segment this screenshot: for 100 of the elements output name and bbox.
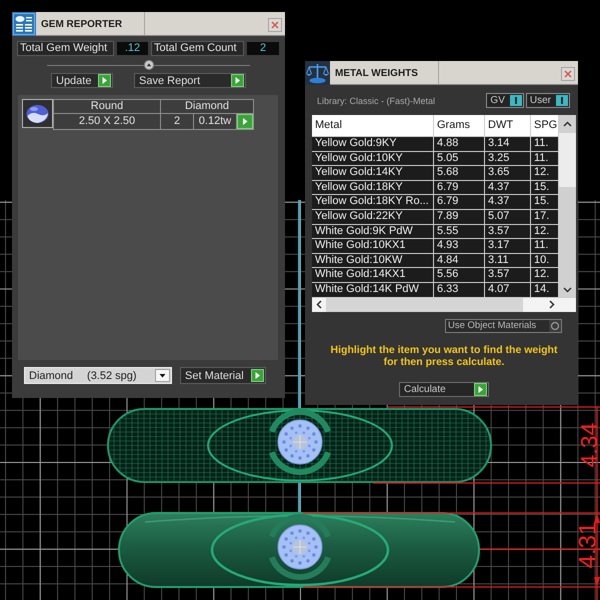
table-cell: 4.93 bbox=[434, 239, 484, 253]
table-cell: 5.05 bbox=[434, 152, 484, 166]
table-cell: White Gold:10KW bbox=[312, 254, 433, 268]
dimension-label: 4.31 bbox=[578, 522, 598, 568]
table-cell: 5.55 bbox=[434, 224, 484, 238]
set-material-button[interactable]: Set Material bbox=[180, 367, 266, 384]
column-header[interactable]: Grams bbox=[434, 115, 484, 136]
caret-icon[interactable] bbox=[155, 369, 170, 382]
table-cell: Diamond bbox=[161, 100, 253, 113]
table-cell: Yellow Gold:18KY Ro... bbox=[312, 195, 433, 209]
table-cell: 11. bbox=[531, 239, 558, 253]
use-object-materials-option[interactable]: Use Object Materials bbox=[445, 318, 562, 333]
table-row[interactable]: Yellow Gold:18KY 6.79 4.37 15. bbox=[312, 180, 558, 194]
table-cell: 10. bbox=[531, 254, 558, 268]
scrollbar-thumb[interactable] bbox=[559, 133, 576, 187]
column-header[interactable]: DWT bbox=[485, 115, 530, 136]
gemstone bbox=[278, 524, 322, 570]
table-row[interactable]: Yellow Gold:10KY 5.05 3.25 11. bbox=[312, 152, 558, 166]
material-dropdown[interactable]: Diamond (3.52 spg) bbox=[24, 367, 172, 384]
play-icon[interactable] bbox=[237, 114, 253, 129]
table-row[interactable]: Yellow Gold:9KY 4.88 3.14 11. bbox=[312, 137, 558, 151]
radio-icon[interactable] bbox=[549, 320, 561, 332]
table-cell: Yellow Gold:14KY bbox=[312, 166, 433, 180]
update-button[interactable]: Update bbox=[51, 73, 113, 88]
close-button[interactable] bbox=[268, 18, 282, 32]
table-cell: 3.57 bbox=[485, 268, 530, 282]
window-title: GEM REPORTER bbox=[41, 19, 122, 30]
table-cell: 4.37 bbox=[485, 195, 530, 209]
table-cell: 4.84 bbox=[434, 254, 484, 268]
column-header[interactable]: Metal bbox=[312, 115, 433, 136]
table-row[interactable]: White Gold:9K PdW 5.55 3.57 12. bbox=[312, 224, 558, 238]
close-icon bbox=[271, 21, 279, 29]
table-cell: 15. bbox=[531, 180, 558, 194]
library-label: Library: Classic - (Fast)-Metal bbox=[317, 96, 436, 106]
table-cell: 0.12tw bbox=[194, 114, 236, 129]
table-cell: 3.57 bbox=[485, 224, 530, 238]
table-cell: 11. bbox=[531, 137, 558, 151]
table-cell: 3.65 bbox=[485, 166, 530, 180]
table-row[interactable]: White Gold:10KW 4.84 3.11 10. bbox=[312, 254, 558, 268]
table-cell: 7.89 bbox=[434, 210, 484, 224]
close-icon bbox=[564, 70, 572, 78]
table-cell: 2.50 X 2.50 bbox=[54, 114, 160, 129]
column-header[interactable]: SPG bbox=[531, 115, 558, 136]
play-icon[interactable] bbox=[98, 74, 111, 87]
table-cell: 4.37 bbox=[485, 180, 530, 194]
table-cell: Yellow Gold:9KY bbox=[312, 137, 433, 151]
chevron-right-icon[interactable] bbox=[549, 300, 555, 310]
table-cell: White Gold:9K PdW bbox=[312, 224, 433, 238]
close-button[interactable] bbox=[561, 67, 575, 81]
gemstone bbox=[278, 420, 322, 464]
table-cell: 12. bbox=[531, 166, 558, 180]
table-cell: Yellow Gold:10KY bbox=[312, 152, 433, 166]
table-cell: 3.11 bbox=[485, 254, 530, 268]
calculate-button[interactable]: Calculate bbox=[399, 382, 489, 397]
table-cell: 3.25 bbox=[485, 152, 530, 166]
table-row[interactable]: Yellow Gold:22KY 7.89 5.07 17. bbox=[312, 210, 558, 224]
table-cell: Yellow Gold:22KY bbox=[312, 210, 433, 224]
play-icon[interactable] bbox=[231, 74, 244, 87]
table-cell: White Gold:14KX1 bbox=[312, 268, 433, 282]
table-cell: 5.68 bbox=[434, 166, 484, 180]
field-label: Total Gem Count bbox=[151, 41, 244, 56]
table-row[interactable]: Yellow Gold:14KY 5.68 3.65 12. bbox=[312, 166, 558, 180]
table-cell: 6.79 bbox=[434, 180, 484, 194]
scale-icon bbox=[305, 61, 330, 85]
dimension-label: 4.34 bbox=[580, 422, 598, 468]
table-cell: Yellow Gold:18KY bbox=[312, 180, 433, 194]
window-title: METAL WEIGHTS bbox=[335, 68, 418, 79]
save-report-button[interactable]: Save Report bbox=[134, 73, 246, 88]
gem-icon bbox=[22, 99, 53, 128]
gem-list-icon bbox=[12, 12, 36, 36]
table-row[interactable]: White Gold:10KX1 4.93 3.17 11. bbox=[312, 239, 558, 253]
chevron-up-icon[interactable] bbox=[563, 121, 572, 127]
table-cell: Round bbox=[54, 100, 160, 113]
table-cell: 5.56 bbox=[434, 268, 484, 282]
table-cell: 15. bbox=[531, 195, 558, 209]
table-cell: White Gold:10KX1 bbox=[312, 239, 433, 253]
table-cell: 6.33 bbox=[434, 282, 484, 297]
table-row[interactable]: White Gold:14KX1 5.56 3.57 12. bbox=[312, 268, 558, 282]
table-cell: 14. bbox=[531, 282, 558, 297]
table-cell: 4.88 bbox=[434, 137, 484, 151]
toggle-button[interactable]: User bbox=[526, 93, 570, 108]
table-cell: 6.79 bbox=[434, 195, 484, 209]
collapse-icon[interactable] bbox=[144, 60, 154, 70]
table-cell: 5.07 bbox=[485, 210, 530, 224]
table-cell: 4.07 bbox=[485, 282, 530, 297]
table-row[interactable]: White Gold:14K PdW 6.33 4.07 14. bbox=[312, 282, 558, 297]
table-cell: 3.17 bbox=[485, 239, 530, 253]
chevron-left-icon[interactable] bbox=[316, 300, 322, 310]
play-icon[interactable] bbox=[251, 369, 264, 382]
toggle-button[interactable]: GV bbox=[486, 93, 524, 108]
play-icon[interactable] bbox=[474, 382, 487, 396]
table-cell: 3.14 bbox=[485, 137, 530, 151]
table-cell: 2 bbox=[161, 114, 193, 129]
instruction-text: Highlight the item you want to find the weight for then press calculate. bbox=[330, 344, 558, 369]
table-row[interactable]: Yellow Gold:18KY Ro... 6.79 4.37 15. bbox=[312, 195, 558, 209]
chevron-down-icon[interactable] bbox=[563, 286, 572, 293]
field-value: 2 bbox=[246, 41, 280, 56]
horizontal-scrollbar[interactable] bbox=[312, 298, 576, 312]
table-cell: 12. bbox=[531, 224, 558, 238]
scrollbar-thumb[interactable] bbox=[326, 298, 523, 312]
